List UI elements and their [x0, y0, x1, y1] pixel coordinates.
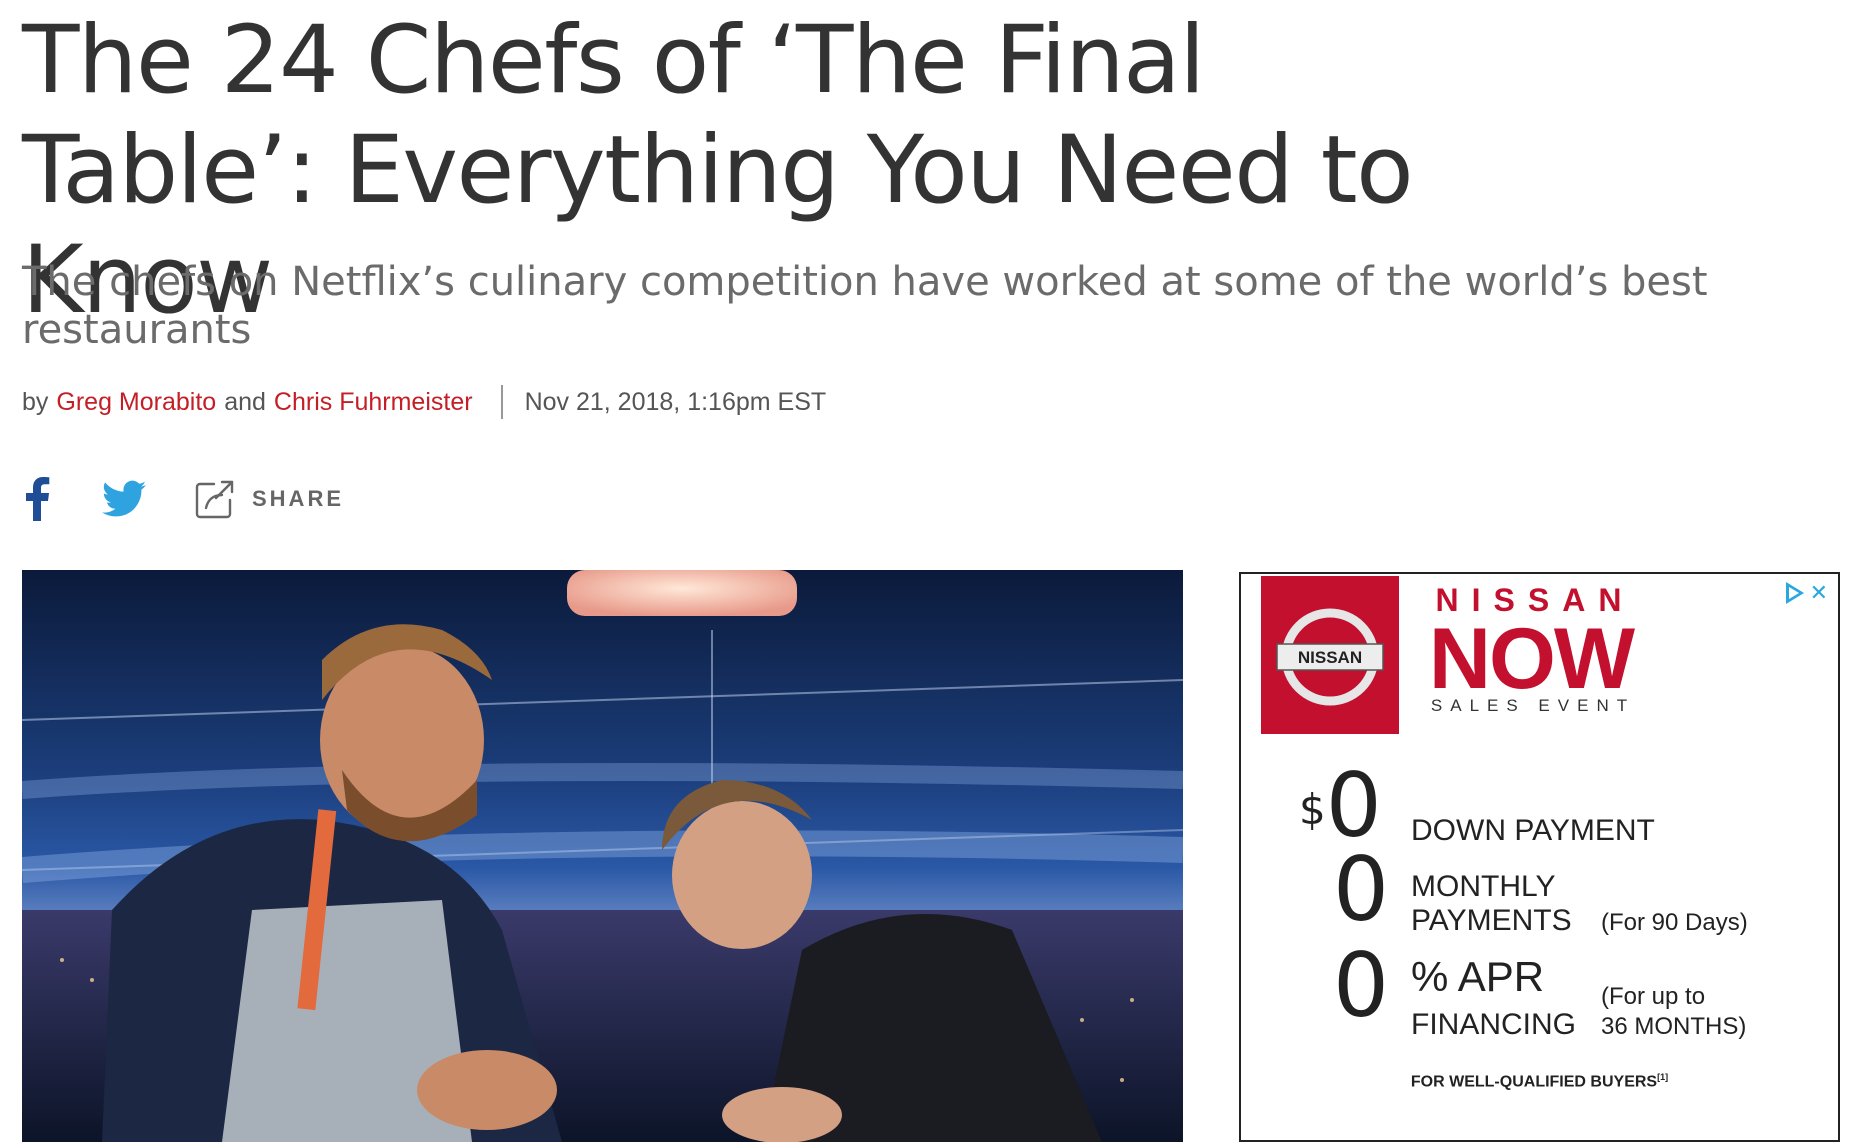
ad-close-icon[interactable]: ✕	[1810, 582, 1828, 604]
offer-big-number: 0	[1333, 838, 1389, 941]
share-icon	[195, 480, 234, 519]
nissan-logo-box: NISSAN	[1261, 576, 1399, 734]
byline: by Greg Morabito and Chris Fuhrmeister N…	[22, 385, 826, 419]
offer-line: FINANCING	[1411, 1008, 1576, 1041]
share-label: SHARE	[252, 486, 345, 511]
offer-line: DOWN PAYMENT	[1411, 814, 1655, 847]
offer-down-payment: $0	[1299, 762, 1382, 850]
author-link-2[interactable]: Chris Fuhrmeister	[274, 388, 473, 417]
ad-fine-print: FOR WELL-QUALIFIED BUYERS[1]	[1241, 1072, 1838, 1091]
ad-choices[interactable]: ✕	[1785, 582, 1828, 604]
offer-note: (For 90 Days)	[1601, 909, 1748, 936]
offer-note: 36 MONTHS)	[1601, 1013, 1747, 1040]
fine-print-text: FOR WELL-QUALIFIED BUYERS	[1410, 1073, 1658, 1091]
offer-line: PAYMENTS	[1411, 904, 1572, 937]
nissan-logo-text: NISSAN	[1298, 648, 1362, 667]
twitter-icon[interactable]	[102, 479, 146, 519]
facebook-icon[interactable]	[22, 477, 52, 521]
offer-line: MONTHLY	[1411, 870, 1556, 903]
offer-big-number: 0	[1333, 934, 1389, 1037]
article-dek: The chefs on Netflix’s culinary competit…	[22, 259, 1708, 353]
offer-note: (For up to	[1601, 983, 1706, 1010]
adchoices-icon[interactable]	[1785, 582, 1804, 604]
chefs-photo	[22, 570, 1183, 1142]
byline-and: and	[224, 387, 266, 416]
offer-dollar-sign: $	[1299, 785, 1326, 834]
offer-line: % APR	[1411, 953, 1545, 1000]
share-bar: SHARE	[22, 474, 344, 524]
author-link-1[interactable]: Greg Morabito	[56, 388, 216, 417]
hero-image[interactable]	[22, 570, 1183, 1142]
share-button[interactable]: SHARE	[192, 476, 344, 522]
ad-event-label: SALES EVENT	[1430, 696, 1636, 715]
publish-date: Nov 21, 2018, 1:16pm EST	[524, 387, 827, 416]
footnote-marker: [1]	[1657, 1072, 1669, 1082]
ad-banner[interactable]: NISSAN NISSAN NOW SALES EVENT ✕ $0 DOWN …	[1239, 572, 1840, 1142]
nissan-logo-icon: NISSAN	[1276, 608, 1384, 706]
article-page: The 24 Chefs of ‘The Final Table’: Every…	[22, 0, 1840, 1142]
byline-by: by	[22, 387, 49, 416]
byline-separator	[500, 385, 503, 419]
